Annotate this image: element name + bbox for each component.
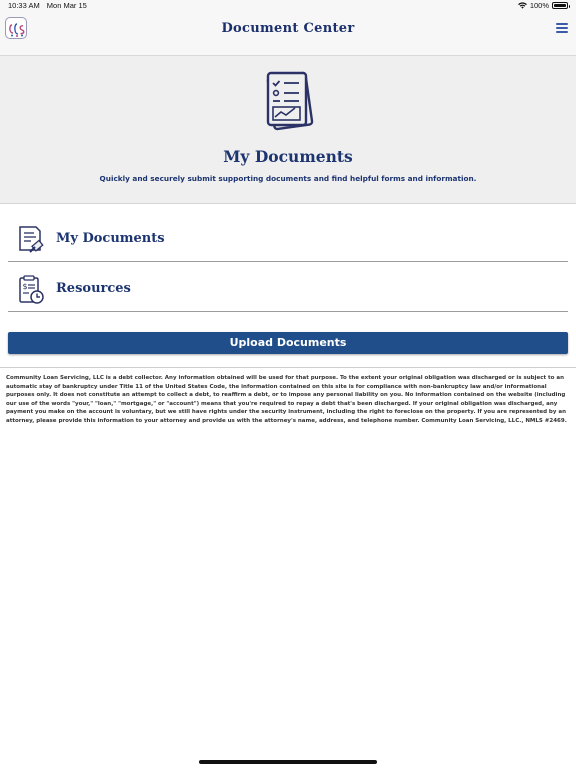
divider [0,367,576,368]
document-upload-icon [19,226,44,253]
wifi-icon [517,2,527,9]
status-time: 10:33 AM [8,1,40,10]
status-bar: 10:33 AM Mon Mar 15 100% [0,0,576,12]
hero-title: My Documents [223,147,353,166]
nav-bar: Document Center [0,12,576,56]
status-indicators: 100% [517,1,570,10]
list-item-my-documents[interactable]: My Documents [8,216,568,262]
svg-text:$: $ [23,282,28,291]
document-checklist-icon [266,71,314,131]
list-item-label: My Documents [56,231,165,246]
list-item-label: Resources [56,281,131,296]
upload-documents-button[interactable]: Upload Documents [8,332,568,354]
hero-subtitle: Quickly and securely submit supporting d… [99,174,477,183]
legal-disclaimer: Community Loan Servicing, LLC is a debt … [6,375,567,424]
list-item-resources[interactable]: $ Resources [8,266,568,312]
home-indicator[interactable] [199,760,377,764]
battery-percent: 100% [529,1,549,10]
resources-calculator-icon: $ [19,275,44,304]
hero-section: My Documents Quickly and securely submit… [0,56,576,204]
page-title: Document Center [221,21,355,36]
status-time-date: 10:33 AM Mon Mar 15 [8,1,92,10]
hamburger-menu-icon[interactable] [556,23,568,33]
battery-icon [552,2,570,9]
status-date: Mon Mar 15 [46,1,87,10]
